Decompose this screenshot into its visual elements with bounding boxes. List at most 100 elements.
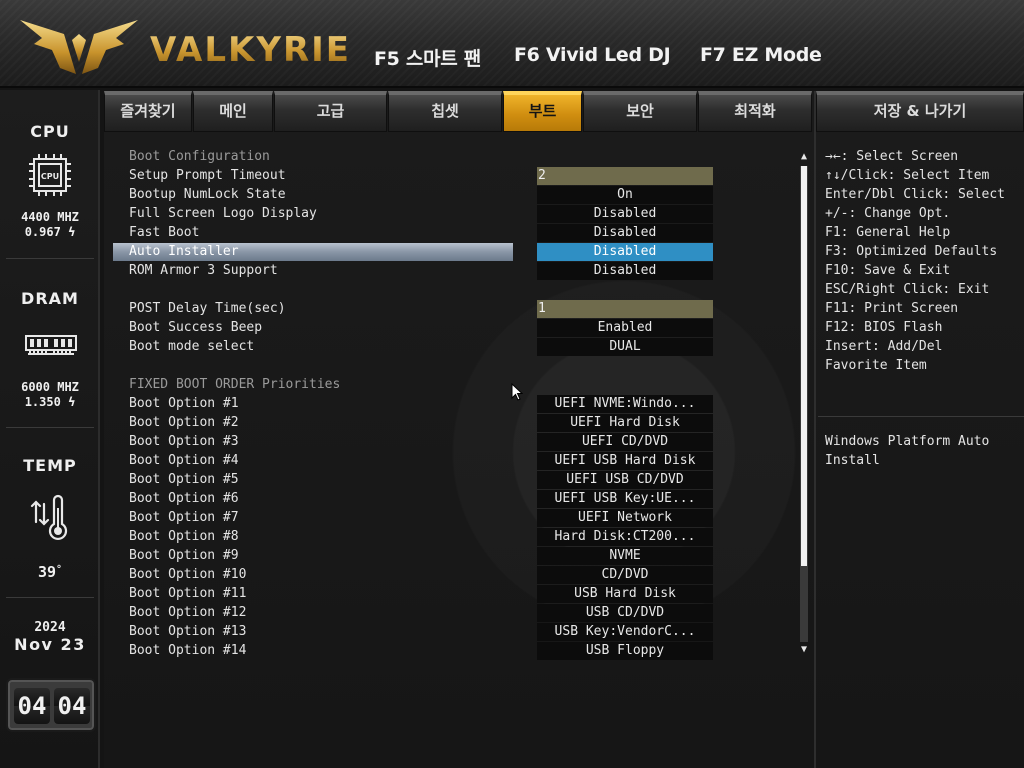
full-screen-logo-select[interactable]: Disabled [537, 205, 713, 223]
item-description-line: Install [825, 453, 880, 468]
setting-label[interactable]: ROM Armor 3 Support [129, 262, 278, 280]
lightning-icon: ϟ [68, 225, 76, 239]
tab-save-exit[interactable]: 저장 & 나가기 [816, 91, 1024, 132]
date-block: 2024 Nov 23 [0, 620, 100, 654]
help-key-line: Insert: Add/Del [825, 339, 943, 354]
temp-title: TEMP [23, 456, 77, 475]
dram-voltage: 1.350 [24, 395, 61, 409]
tab-boot[interactable]: 부트 [503, 91, 582, 132]
dram-frequency: 6000 MHZ [21, 380, 79, 394]
lightning-icon: ϟ [68, 395, 76, 409]
boot-option-select[interactable]: UEFI USB CD/DVD [537, 471, 713, 489]
dram-readings: 6000 MHZ 1.350 ϟ [0, 380, 100, 410]
boot-option-label[interactable]: Boot Option #12 [129, 604, 246, 622]
tab-advanced[interactable]: 고급 [274, 91, 387, 132]
tab-favorites[interactable]: 즐겨찾기 [104, 91, 192, 132]
setting-label[interactable]: Boot mode select [129, 338, 254, 356]
date-year: 2024 [34, 620, 66, 635]
boot-option-select[interactable]: Hard Disk:CT200... [537, 528, 713, 546]
help-key-line: →←: Select Screen [825, 149, 959, 164]
dram-voltage-line: 1.350 ϟ [0, 395, 100, 410]
boot-option-select[interactable]: NVME [537, 547, 713, 565]
numlock-state-select[interactable]: On [537, 186, 713, 204]
boot-option-label[interactable]: Boot Option #9 [129, 547, 239, 565]
boot-option-select[interactable]: USB Floppy [537, 642, 713, 660]
boot-option-label[interactable]: Boot Option #4 [129, 452, 239, 470]
help-key-line: ↑↓/Click: Select Item [825, 168, 990, 183]
header-bar: VALKYRIE F5 스마트 팬 F6 Vivid Led DJ F7 EZ … [0, 0, 1024, 88]
scroll-down-arrow-icon[interactable]: ▼ [799, 645, 809, 655]
section-header-boot-configuration: Boot Configuration [129, 149, 270, 164]
scroll-up-arrow-icon[interactable]: ▲ [799, 152, 809, 162]
help-key-line: Enter/Dbl Click: Select [825, 187, 1006, 202]
tab-optimize[interactable]: 최적화 [698, 91, 812, 132]
boot-success-beep-select[interactable]: Enabled [537, 319, 713, 337]
fast-boot-select[interactable]: Disabled [537, 224, 713, 242]
cpu-readings: 4400 MHZ 0.967 ϟ [0, 210, 100, 240]
section-header-boot-order: FIXED BOOT ORDER Priorities [129, 377, 341, 392]
boot-option-label[interactable]: Boot Option #7 [129, 509, 239, 527]
boot-option-label[interactable]: Boot Option #11 [129, 585, 246, 603]
boot-option-select[interactable]: UEFI CD/DVD [537, 433, 713, 451]
setup-prompt-timeout-field[interactable]: 2 [537, 167, 713, 185]
boot-option-select[interactable]: UEFI Network [537, 509, 713, 527]
boot-option-label[interactable]: Boot Option #6 [129, 490, 239, 508]
boot-option-label[interactable]: Boot Option #1 [129, 395, 239, 413]
smart-fan-hotkey[interactable]: F5 스마트 팬 [374, 44, 481, 71]
boot-option-select[interactable]: UEFI NVME:Windo... [537, 395, 713, 413]
dram-title: DRAM [21, 289, 79, 308]
cpu-chip-icon: CPU [29, 154, 71, 196]
help-key-line: F3: Optimized Defaults [825, 244, 998, 259]
help-key-line: F11: Print Screen [825, 301, 959, 316]
boot-option-label[interactable]: Boot Option #10 [129, 566, 246, 584]
boot-option-select[interactable]: UEFI Hard Disk [537, 414, 713, 432]
rom-armor-select[interactable]: Disabled [537, 262, 713, 280]
clock-hour: 04 [14, 688, 50, 724]
setting-label[interactable]: Fast Boot [129, 224, 199, 242]
setting-label[interactable]: Bootup NumLock State [129, 186, 286, 204]
system-status-sidebar: CPU CPU 4400 MHZ 0.967 ϟ DRAM 6000 MHZ 1… [0, 90, 100, 768]
tab-security[interactable]: 보안 [583, 91, 697, 132]
boot-option-select[interactable]: USB CD/DVD [537, 604, 713, 622]
auto-installer-select[interactable]: Disabled [537, 243, 713, 261]
boot-mode-select[interactable]: DUAL [537, 338, 713, 356]
boot-option-select[interactable]: UEFI USB Key:UE... [537, 490, 713, 508]
ez-mode-hotkey[interactable]: F7 EZ Mode [700, 44, 822, 66]
boot-option-label[interactable]: Boot Option #3 [129, 433, 239, 451]
boot-option-select[interactable]: USB Key:VendorC... [537, 623, 713, 641]
cpu-block: CPU [0, 122, 100, 141]
boot-option-label[interactable]: Boot Option #13 [129, 623, 246, 641]
cpu-voltage: 0.967 [24, 225, 61, 239]
post-delay-field[interactable]: 1 [537, 300, 713, 318]
sidebar-divider [6, 427, 94, 428]
temp-value: 39 [37, 563, 57, 581]
cpu-frequency: 4400 MHZ [21, 210, 79, 224]
help-key-line: Favorite Item [825, 358, 927, 373]
boot-option-select[interactable]: UEFI USB Hard Disk [537, 452, 713, 470]
vivid-led-dj-hotkey[interactable]: F6 Vivid Led DJ [514, 44, 671, 66]
boot-option-select[interactable]: CD/DVD [537, 566, 713, 584]
setting-label[interactable]: Setup Prompt Timeout [129, 167, 286, 185]
setting-label-selected[interactable]: Auto Installer [129, 243, 239, 261]
setting-label[interactable]: Full Screen Logo Display [129, 205, 317, 223]
date-month-day: Nov 23 [14, 635, 86, 654]
cpu-chip-label: CPU [41, 172, 59, 181]
boot-option-label[interactable]: Boot Option #5 [129, 471, 239, 489]
help-key-line: F12: BIOS Flash [825, 320, 943, 335]
ram-module-icon [25, 335, 77, 355]
brand-title: VALKYRIE [150, 30, 352, 70]
boot-option-label[interactable]: Boot Option #2 [129, 414, 239, 432]
tab-main[interactable]: 메인 [193, 91, 273, 132]
tab-bar: 즐겨찾기 메인 고급 칩셋 부트 보안 최적화 저장 & 나가기 [104, 91, 1024, 132]
boot-option-select[interactable]: USB Hard Disk [537, 585, 713, 603]
temp-unit: ° [56, 564, 63, 575]
boot-option-label[interactable]: Boot Option #14 [129, 642, 246, 660]
mouse-pointer-icon [511, 383, 523, 401]
scrollbar-thumb[interactable] [801, 166, 807, 566]
tab-chipset[interactable]: 칩셋 [388, 91, 502, 132]
digital-clock: 04 04 [6, 678, 96, 732]
setting-label[interactable]: Boot Success Beep [129, 319, 262, 337]
temp-reading: 39° [0, 562, 100, 581]
setting-label[interactable]: POST Delay Time(sec) [129, 300, 286, 318]
boot-option-label[interactable]: Boot Option #8 [129, 528, 239, 546]
